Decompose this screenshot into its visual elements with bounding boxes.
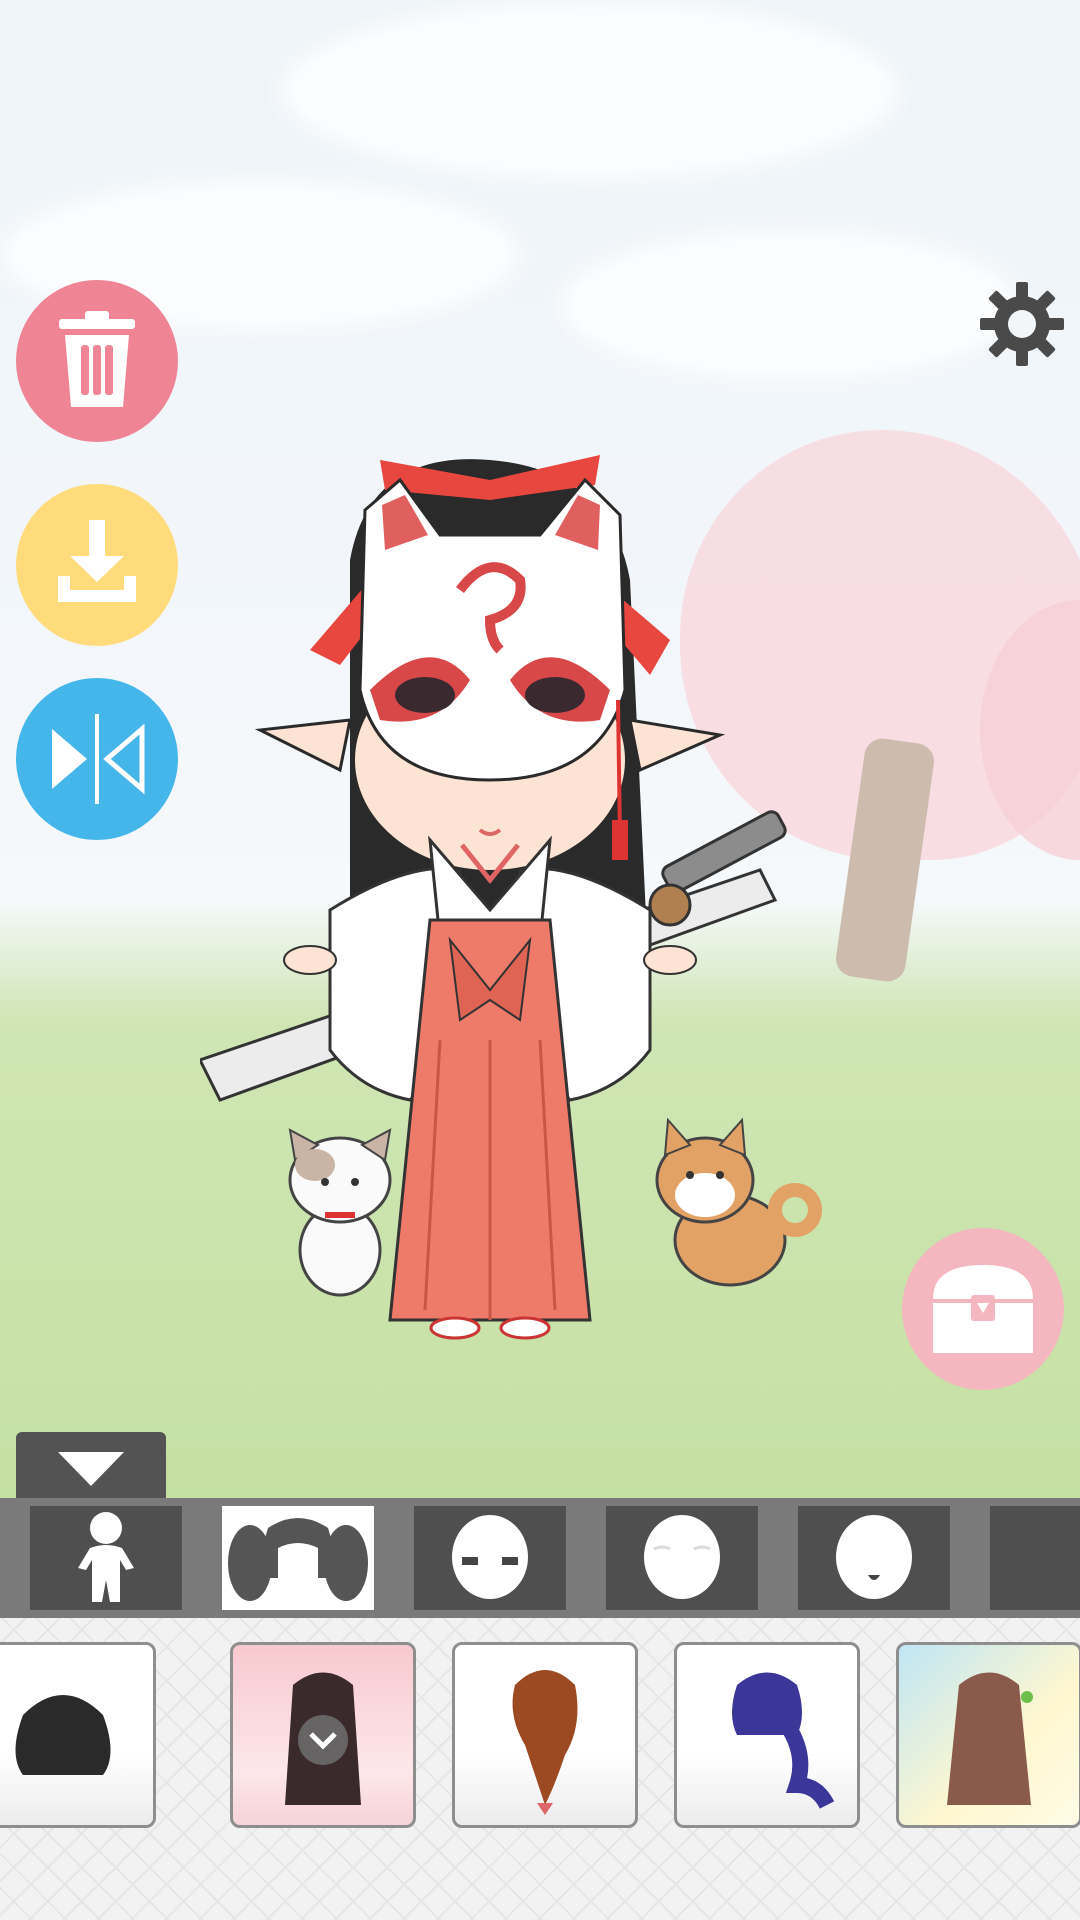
cloud bbox=[560, 230, 1020, 380]
item-short-black-hair[interactable] bbox=[0, 1642, 156, 1828]
item-braided-brown-hair[interactable] bbox=[452, 1642, 638, 1828]
tab-hair[interactable] bbox=[222, 1506, 374, 1610]
braided-brown-hair-icon bbox=[512, 1670, 578, 1815]
avatar-character[interactable] bbox=[200, 440, 840, 1360]
pet-dog bbox=[655, 1117, 822, 1287]
tab-mouth[interactable] bbox=[798, 1506, 950, 1610]
mirror-flip-button[interactable] bbox=[16, 678, 178, 840]
chevron-down-icon bbox=[309, 1732, 337, 1750]
tab-next-category[interactable] bbox=[990, 1506, 1080, 1610]
next-category-icon bbox=[1051, 1513, 1080, 1603]
item-purple-ponytail-hair[interactable] bbox=[674, 1642, 860, 1828]
tab-body[interactable] bbox=[30, 1506, 182, 1610]
pet-cat bbox=[288, 1128, 392, 1297]
long-brown-hair-icon bbox=[947, 1672, 1033, 1805]
short-black-hair-icon bbox=[15, 1695, 111, 1775]
item-long-dark-hair[interactable] bbox=[230, 1642, 416, 1828]
item-selection-panel bbox=[0, 1618, 1080, 1920]
gear-icon[interactable] bbox=[980, 282, 1064, 366]
collapse-panel-button[interactable] bbox=[16, 1432, 166, 1504]
purple-ponytail-hair-icon bbox=[732, 1672, 835, 1809]
save-button[interactable] bbox=[16, 484, 178, 646]
mouth-icon bbox=[836, 1515, 912, 1599]
triangle-down-icon bbox=[58, 1452, 124, 1486]
hair-icon bbox=[228, 1518, 368, 1601]
eyebrows-icon bbox=[644, 1515, 720, 1599]
delete-button[interactable] bbox=[16, 280, 178, 442]
treasure-chest-icon bbox=[933, 1265, 1033, 1353]
category-bar bbox=[0, 1498, 1080, 1618]
trash-icon bbox=[59, 311, 135, 407]
tab-eyes[interactable] bbox=[414, 1506, 566, 1610]
download-icon bbox=[58, 520, 136, 602]
cloud bbox=[280, 0, 900, 180]
item-long-brown-hair[interactable] bbox=[896, 1642, 1080, 1828]
mirror-flip-icon bbox=[52, 714, 145, 804]
body-icon bbox=[78, 1512, 134, 1602]
wardrobe-button[interactable] bbox=[902, 1228, 1064, 1390]
selected-check-badge bbox=[298, 1715, 348, 1765]
tab-eyebrows[interactable] bbox=[606, 1506, 758, 1610]
eyes-icon bbox=[452, 1515, 528, 1599]
